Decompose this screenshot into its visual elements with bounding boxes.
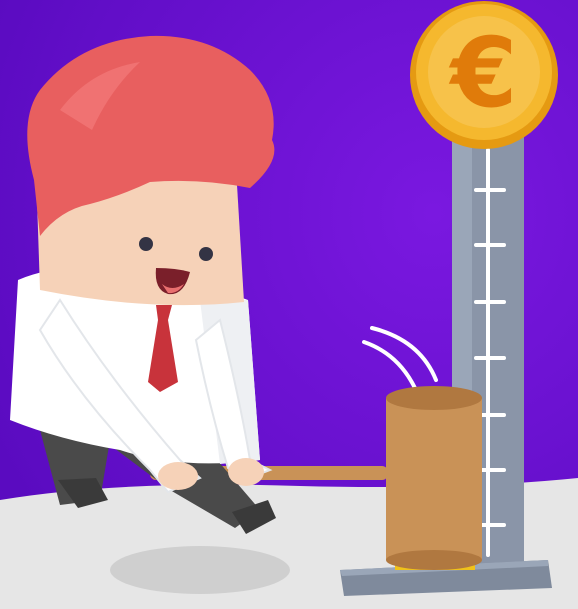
character-shadow	[110, 546, 290, 594]
euro-symbol: €	[449, 17, 518, 129]
euro-coin-icon: €	[410, 1, 558, 149]
left-eye	[139, 237, 153, 251]
high-striker-illustration: €	[0, 0, 578, 609]
right-hand	[228, 458, 264, 486]
left-hand	[158, 462, 198, 490]
right-eye	[199, 247, 213, 261]
mallet-head	[386, 386, 482, 570]
illustration-stage: €	[0, 0, 578, 609]
businessman-character	[10, 35, 276, 534]
